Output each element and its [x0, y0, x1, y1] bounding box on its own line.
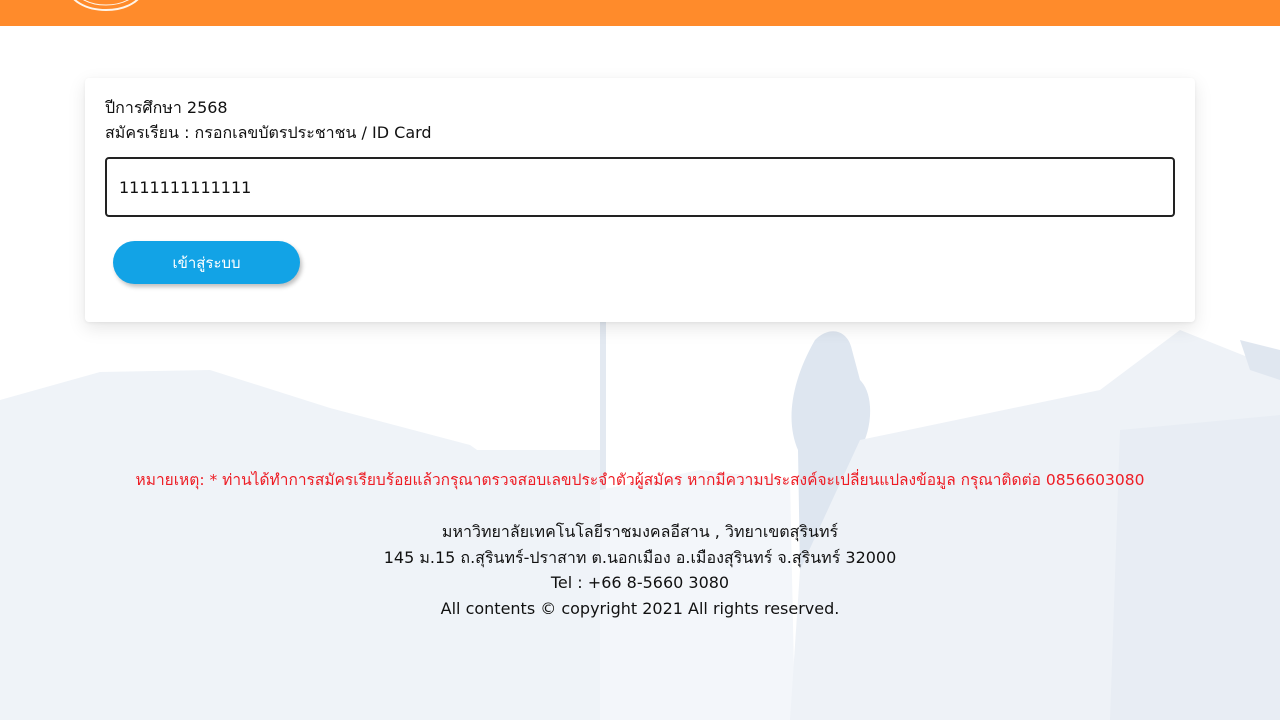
academic-year-label: ปีการศึกษา 2568 — [105, 98, 228, 117]
id-card-instruction: สมัครเรียน : กรอกเลขบัตรประชาชน / ID Car… — [105, 123, 432, 142]
remark-note: หมายเหตุ: * ท่านได้ทำการสมัครเรียบร้อยแล… — [135, 471, 1145, 489]
top-header-bar — [0, 0, 1280, 26]
footer-copyright: All contents © copyright 2021 All rights… — [440, 598, 840, 618]
background-silhouette — [0, 320, 1280, 720]
footer: มหาวิทยาลัยเทคโนโลยีราชมงคลอีสาน , วิทยา… — [0, 519, 1280, 621]
footer-tel: Tel : +66 8-5660 3080 — [550, 573, 730, 592]
login-card: ปีการศึกษา 2568 สมัครเรียน : กรอกเลขบัตร… — [85, 78, 1195, 322]
id-card-input[interactable] — [105, 157, 1175, 217]
footer-address: 145 ม.15 ถ.สุรินทร์-ปราสาท ต.นอกเมือง อ.… — [383, 547, 897, 567]
university-seal-logo — [73, 0, 139, 11]
footer-university: มหาวิทยาลัยเทคโนโลยีราชมงคลอีสาน , วิทยา… — [441, 522, 839, 541]
login-button[interactable]: เข้าสู่ระบบ — [113, 241, 300, 284]
